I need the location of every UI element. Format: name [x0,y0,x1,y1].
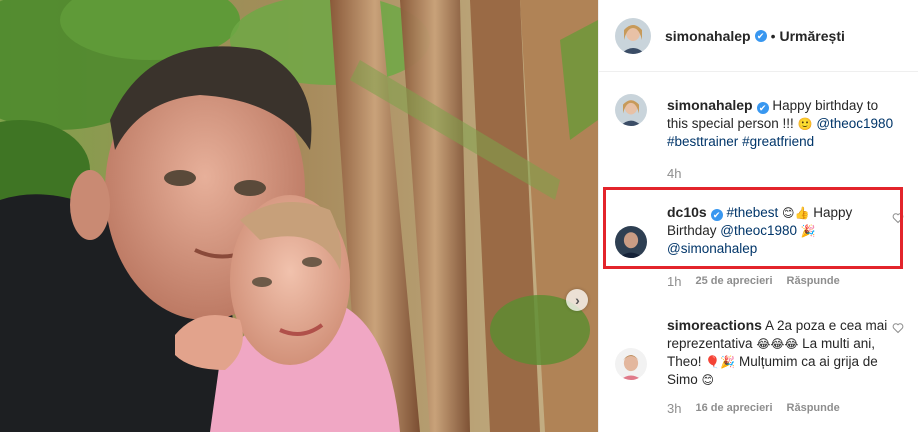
hashtag-link[interactable]: #greatfriend [742,134,814,149]
hashtag-link[interactable]: #thebest [726,205,778,220]
author-username[interactable]: simonahalep [665,28,751,44]
instagram-post-view: › simonahalep ✔ • Urmărești simonahalep … [0,0,918,432]
chevron-right-icon: › [575,292,580,308]
comment-username[interactable]: simoreactions [667,317,762,333]
comment-emoji: 😂😂😂 [756,337,799,351]
caption-username[interactable]: simonahalep [667,97,753,113]
post-image [0,0,598,432]
commenter-avatar[interactable] [615,348,647,380]
comment-mention[interactable]: @simonahalep [667,241,757,256]
caption: simonahalep ✔ Happy birthday to this spec… [615,76,905,151]
caption-mention[interactable]: @theoc1980 [816,116,893,131]
caption-emoji: 🙂 [797,117,813,131]
following-button[interactable]: Urmărești [780,28,845,44]
comment-text: dc10s ✔ #thebest 😊👍 Happy Birthday @theoc… [667,186,901,258]
comment-meta: 3h 16 de aprecieri Răspunde [667,401,840,416]
comment-emoji: 😊👍 [782,206,810,220]
comment-likes[interactable]: 16 de aprecieri [695,402,772,416]
comment-emoji: 🎉 [800,224,816,238]
like-comment-heart-icon[interactable] [892,322,904,334]
caption-author-avatar[interactable] [615,94,647,126]
comment-time[interactable]: 3h [667,401,681,416]
comment-username[interactable]: dc10s [667,204,707,220]
comment-emoji: 🎈🎉 [705,355,736,369]
comment-time[interactable]: 1h [667,274,681,289]
verified-icon: ✔ [756,102,769,114]
post-header: simonahalep ✔ • Urmărești [599,0,918,72]
caption-meta: 4h [667,166,695,181]
like-comment-heart-icon[interactable] [892,212,904,224]
post-photo: › [0,0,598,432]
comment-item: simoreactions A 2a poza e cea mai reprez… [615,298,905,389]
comment-emoji: 😊 [701,373,715,387]
verified-icon: ✔ [754,29,767,42]
comment-likes[interactable]: 25 de aprecieri [695,275,772,289]
caption-text: simonahalep ✔ Happy birthday to this spec… [667,76,901,151]
comment-mention[interactable]: @theoc1980 [720,223,797,238]
author-avatar[interactable] [615,17,651,54]
verified-icon: ✔ [710,209,723,221]
next-photo-button[interactable]: › [566,289,588,311]
post-side-panel: simonahalep ✔ • Urmărești simonahalep ✔ H… [598,0,918,432]
caption-time[interactable]: 4h [667,166,681,181]
comment-text: simoreactions A 2a poza e cea mai reprez… [667,298,901,389]
comment-meta: 1h 25 de aprecieri Răspunde [667,274,840,289]
reply-button[interactable]: Răspunde [787,402,840,416]
commenter-avatar[interactable] [615,226,647,258]
comment-item: dc10s ✔ #thebest 😊👍 Happy Birthday @theoc… [615,186,905,258]
separator-dot: • [770,27,776,44]
reply-button[interactable]: Răspunde [787,275,840,289]
hashtag-link[interactable]: #besttrainer [667,134,738,149]
